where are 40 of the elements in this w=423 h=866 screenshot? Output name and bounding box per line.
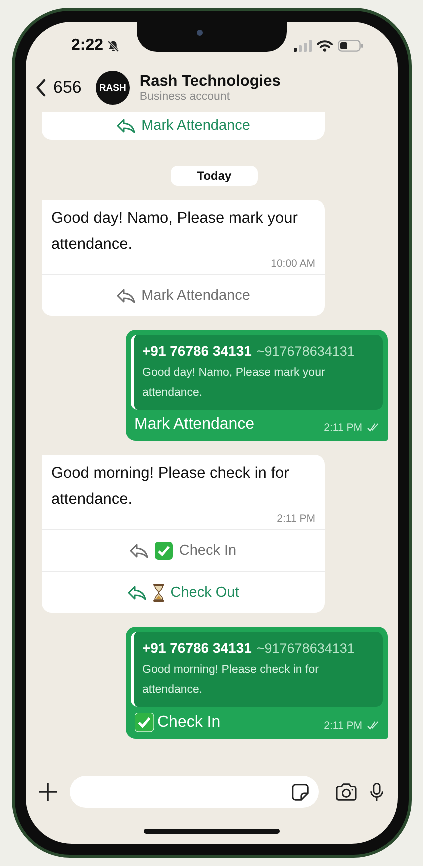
wifi-icon — [316, 40, 332, 52]
checkmark-icon — [155, 542, 174, 560]
message-time: 2:11 PM — [324, 720, 362, 732]
reply-arrow-icon — [126, 584, 147, 600]
contact-name[interactable]: Rash Technologies — [140, 73, 281, 91]
message-text: Mark Attendance — [134, 416, 256, 434]
quoted-sender-name: ~917678634131 — [256, 344, 355, 359]
message-time: 10:00 AM — [271, 258, 316, 270]
quoted-message[interactable]: +91 76786 34131 ~917678634131 Good day! Namo, Please mark your attendance. — [130, 335, 382, 410]
quoted-text: Good morning! Please check in for attendance. — [142, 663, 320, 698]
microphone-icon[interactable] — [370, 782, 384, 802]
quoted-sender-number: +91 76786 34131 — [142, 343, 252, 359]
quoted-text: Good day! Namo, Please mark your attendance. — [142, 366, 326, 401]
battery-icon — [338, 40, 364, 52]
signal-icon — [294, 40, 312, 52]
quoted-message[interactable]: +91 76786 34131 ~917678634131 Good morning! Please check in for attendance. — [130, 632, 382, 707]
reply-arrow-icon — [116, 288, 136, 304]
status-time: 2:22 — [72, 37, 104, 55]
back-chevron-icon[interactable] — [36, 79, 46, 97]
checkmark-icon — [134, 713, 154, 732]
quick-reply-button[interactable]: Check Out — [42, 571, 324, 613]
message-time: 2:11 PM — [277, 513, 316, 525]
message-text: Good morning! Please check in for attendance. — [52, 464, 290, 510]
camera-icon[interactable] — [334, 782, 358, 802]
reply-arrow-icon — [116, 118, 136, 134]
quoted-sender-number: +91 76786 34131 — [142, 640, 252, 656]
quick-reply-button[interactable]: Mark Attendance — [42, 112, 324, 140]
contact-subtitle: Business account — [140, 91, 232, 103]
message-time: 2:11 PM — [324, 422, 362, 434]
reply-arrow-icon — [129, 542, 150, 558]
hourglass-icon — [152, 584, 165, 602]
sticker-icon[interactable] — [290, 782, 310, 802]
avatar[interactable]: RASH — [96, 71, 130, 105]
message-input-field[interactable] — [70, 776, 318, 808]
date-chip: Today — [171, 166, 258, 186]
message-text: Good day! Namo, Please mark your attendance. — [52, 209, 299, 255]
plus-icon[interactable] — [38, 782, 58, 802]
quoted-sender-name: ~917678634131 — [256, 641, 355, 656]
unread-count[interactable]: 656 — [54, 78, 82, 98]
message-text: Check In — [158, 714, 222, 732]
